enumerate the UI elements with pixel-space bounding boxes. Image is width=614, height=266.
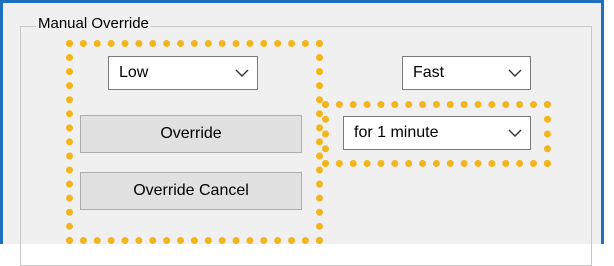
speed-select[interactable]: Fast (402, 56, 531, 90)
chevron-down-icon (500, 117, 530, 149)
duration-select-value: for 1 minute (354, 124, 439, 141)
duration-select[interactable]: for 1 minute (343, 116, 531, 150)
mode-select[interactable]: Low (108, 56, 258, 90)
override-button[interactable]: Override (80, 115, 302, 153)
mode-select-value: Low (119, 64, 149, 81)
chevron-down-icon (227, 57, 257, 89)
override-cancel-button[interactable]: Override Cancel (80, 172, 302, 210)
groupbox-title: Manual Override (36, 14, 151, 34)
speed-select-value: Fast (413, 64, 445, 81)
chevron-down-icon (500, 57, 530, 89)
